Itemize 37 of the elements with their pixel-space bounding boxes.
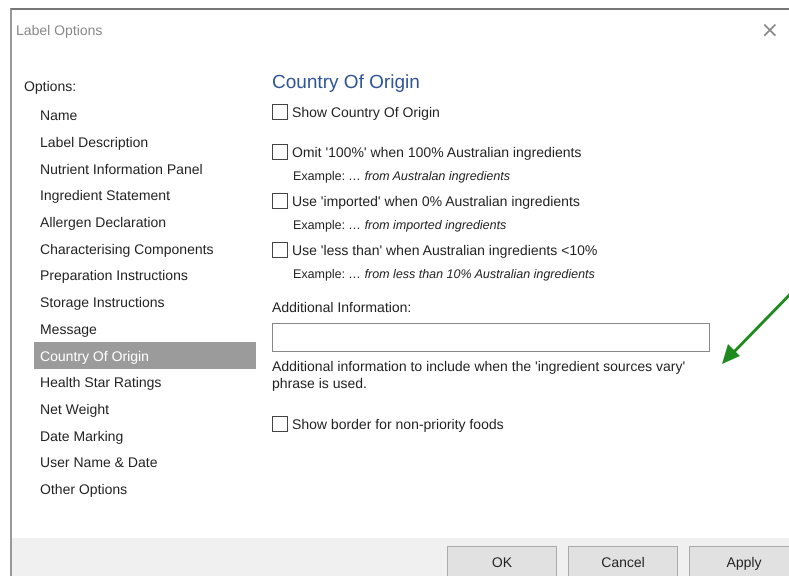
sidebar-item[interactable]: Net Weight	[34, 396, 256, 422]
checkbox-label: Use 'less than' when Australian ingredients <10%	[292, 242, 598, 258]
checkbox[interactable]	[272, 416, 288, 432]
example-text: Example: … from Australan ingredients	[293, 169, 512, 183]
checkbox-label: Use 'imported' when 0% Australian ingredients	[292, 193, 580, 209]
checkbox-label: Omit '100%' when 100% Australian ingredients	[292, 144, 582, 160]
additional-information-field[interactable]	[272, 323, 710, 352]
sidebar-item[interactable]: Storage Instructions	[34, 288, 256, 316]
sidebar-item[interactable]: Name	[34, 102, 256, 129]
checkbox-label: Show Country Of Origin	[292, 104, 440, 120]
dialog-button[interactable]: Cancel	[568, 546, 678, 576]
options-heading: Options:	[24, 78, 78, 94]
close-button[interactable]: ×	[756, 18, 783, 42]
sidebar-item[interactable]: Allergen Declaration	[34, 208, 256, 236]
sidebar-item[interactable]: Message	[34, 316, 256, 342]
window-title: Label Options	[16, 22, 102, 38]
example-text: Example: … from imported ingredients	[293, 218, 508, 232]
sidebar-item[interactable]: Other Options	[34, 476, 256, 502]
sidebar-item[interactable]: Health Star Ratings	[34, 368, 256, 396]
checkbox-label: Show border for non-priority foods	[292, 416, 504, 432]
sidebar-item[interactable]: Date Marking	[34, 422, 256, 449]
sidebar-item[interactable]: Ingredient Statement	[34, 182, 256, 209]
dialog-button[interactable]: Apply	[689, 546, 789, 576]
checkbox[interactable]	[272, 242, 288, 258]
example-text: Example: … from less than 10% Australian ingredients	[293, 267, 596, 281]
section-heading: Country Of Origin	[272, 72, 421, 94]
sidebar-item[interactable]: Label Description	[34, 128, 256, 156]
sidebar-item[interactable]: Nutrient Information Panel	[34, 155, 256, 182]
checkbox[interactable]	[272, 193, 288, 209]
checkbox[interactable]	[272, 104, 288, 120]
field-label: Additional Information:	[272, 299, 412, 315]
sidebar-item[interactable]: User Name & Date	[34, 448, 256, 476]
sidebar-item[interactable]: Preparation Instructions	[34, 262, 256, 289]
help-text: Additional information to include when the 'ingredient sources vary' phrase is used.	[272, 358, 686, 392]
dialog-button[interactable]: OK	[447, 546, 557, 576]
checkbox[interactable]	[272, 144, 288, 160]
sidebar-item[interactable]: Characterising Components	[34, 235, 256, 262]
